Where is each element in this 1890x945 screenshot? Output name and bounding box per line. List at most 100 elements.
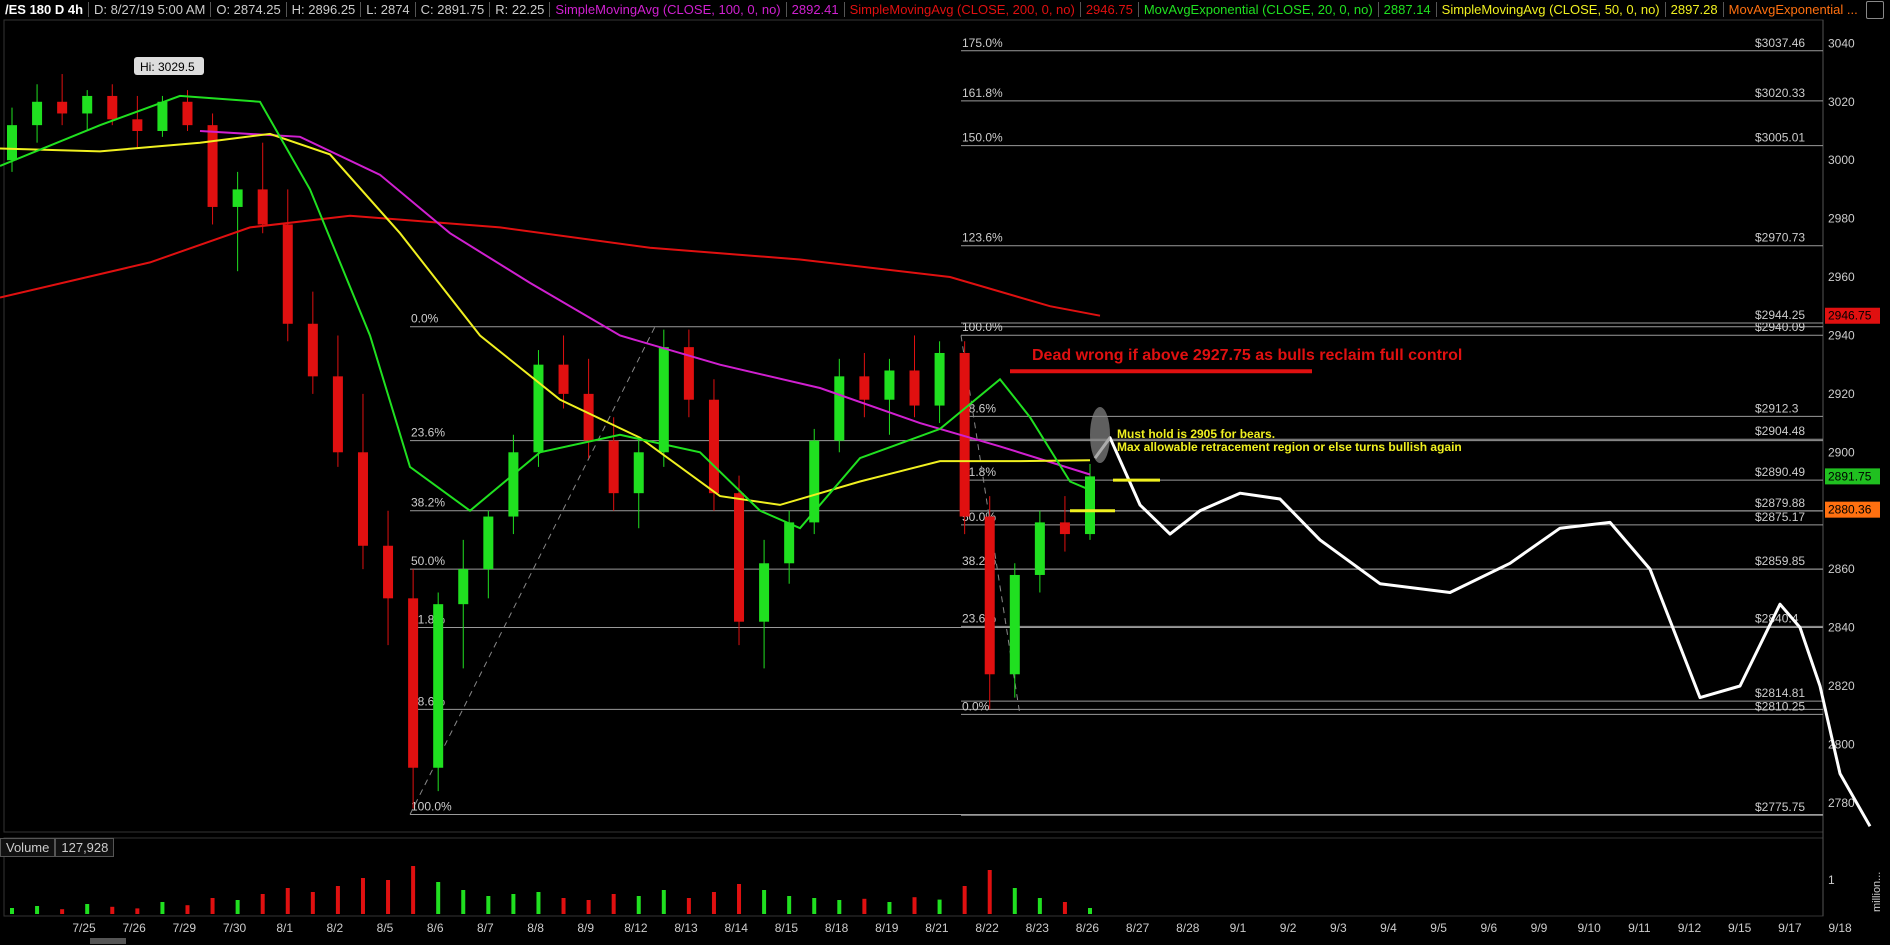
volume-bar — [536, 892, 541, 914]
candle-body — [834, 376, 845, 441]
volume-bar — [335, 886, 340, 914]
volume-bar — [185, 905, 190, 914]
red-annotation: Dead wrong if above 2927.75 as bulls rec… — [1032, 347, 1462, 364]
volume-unit-label: million... — [1871, 872, 1883, 912]
x-tick-label: 9/17 — [1778, 921, 1802, 935]
volume-value: 127,928 — [55, 838, 115, 857]
x-tick-label: 7/29 — [173, 921, 197, 935]
x-tick-label: 9/11 — [1628, 921, 1651, 935]
candle-body — [207, 125, 218, 207]
x-tick-label: 8/15 — [775, 921, 799, 935]
x-tick-label: 8/6 — [427, 921, 444, 935]
fib-right-price: $2859.85 — [1755, 554, 1805, 568]
yellow-annotation-2: Max allowable retracement region or else… — [1117, 440, 1462, 454]
y-tick-label: 3020 — [1828, 95, 1855, 109]
candle-body — [282, 224, 293, 324]
x-tick-label: 7/25 — [72, 921, 96, 935]
fib-left-label: 0.0% — [411, 312, 439, 326]
price-chart[interactable]: 2780280028202840286028802900292029402960… — [0, 0, 1890, 945]
candle-body — [107, 95, 118, 120]
candle-body — [7, 125, 17, 161]
x-tick-label: 8/14 — [725, 921, 749, 935]
candle-body — [633, 452, 644, 494]
x-tick-label: 8/1 — [276, 921, 293, 935]
x-tick-label: 8/26 — [1076, 921, 1100, 935]
y-tick-label: 2960 — [1828, 270, 1855, 284]
y-tick-label: 2940 — [1828, 328, 1855, 342]
candle-body — [583, 393, 594, 441]
level-price: $2879.88 — [1755, 496, 1805, 510]
y-tick-label: 2860 — [1828, 562, 1855, 576]
volume-bar — [586, 900, 591, 914]
candle-body — [1009, 574, 1020, 675]
volume-bar — [987, 870, 992, 914]
fib-right-label: 175.0% — [962, 36, 1003, 50]
x-tick-label: 9/2 — [1280, 921, 1297, 935]
x-tick-label: 9/18 — [1828, 921, 1852, 935]
candle-body — [508, 452, 519, 517]
y-tick-label: 2820 — [1828, 679, 1855, 693]
x-tick-label: 8/8 — [527, 921, 544, 935]
price-panel-frame — [3, 19, 1824, 833]
fib-right-label: 100.0% — [962, 320, 1003, 334]
volume-bar — [762, 890, 767, 914]
volume-bar — [686, 898, 691, 914]
fib-left-label: 23.6% — [411, 426, 445, 440]
volume-bar — [85, 904, 90, 914]
candle-body — [658, 347, 669, 453]
candle-body — [984, 516, 995, 675]
candle-body — [1034, 522, 1045, 575]
candle-body — [383, 545, 394, 599]
volume-bar — [711, 892, 716, 914]
volume-bar — [962, 886, 967, 914]
volume-bar — [1037, 898, 1042, 914]
candle-body — [608, 440, 619, 494]
x-tick-label: 8/28 — [1176, 921, 1200, 935]
x-tick-label: 8/18 — [825, 921, 849, 935]
volume-bar — [812, 898, 817, 914]
candle-body — [909, 370, 920, 406]
candle-body — [458, 569, 469, 605]
x-tick-label: 7/26 — [122, 921, 146, 935]
volume-bar — [837, 900, 842, 914]
volume-bar — [1088, 908, 1092, 914]
fib-left-label: 100.0% — [411, 799, 452, 813]
candle-body — [708, 399, 719, 494]
candle-body — [533, 364, 544, 453]
moving-average-line — [0, 132, 1091, 506]
yellow-annotation-1: Must hold is 2905 for bears. — [1117, 427, 1275, 441]
highlight-ellipse — [1090, 407, 1110, 463]
level-price: $2904.48 — [1755, 424, 1805, 438]
volume-bar — [912, 897, 917, 914]
candle-body — [307, 323, 318, 377]
candle-body — [57, 101, 68, 114]
volume-bar — [310, 892, 315, 914]
volume-bar — [411, 866, 416, 914]
y-tick-label: 2980 — [1828, 212, 1855, 226]
x-tick-label: 8/5 — [377, 921, 394, 935]
moving-average-line — [0, 94, 1091, 530]
volume-bar — [636, 896, 641, 914]
volume-bar — [10, 908, 14, 914]
y-tick-label: 3000 — [1828, 153, 1855, 167]
volume-bar — [235, 900, 240, 914]
fib-right-price: $3005.01 — [1755, 131, 1805, 145]
candle-body — [132, 119, 143, 131]
time-scrollbar-thumb — [90, 938, 126, 944]
x-tick-label: 9/10 — [1577, 921, 1601, 935]
y-tick-label: 2780 — [1828, 796, 1855, 810]
candle-body — [558, 364, 569, 394]
x-tick-label: 9/3 — [1330, 921, 1347, 935]
fib-right-price: $2890.49 — [1755, 465, 1805, 479]
candle-body — [433, 604, 444, 768]
volume-bar — [110, 906, 115, 914]
volume-bar — [60, 909, 65, 914]
x-tick-label: 7/30 — [223, 921, 247, 935]
candle-body — [1085, 476, 1095, 535]
y-tick-label: 2840 — [1828, 621, 1855, 635]
volume-bar — [360, 878, 365, 914]
candle-body — [934, 352, 945, 406]
x-tick-label: 9/9 — [1531, 921, 1548, 935]
candle-body — [859, 376, 870, 400]
x-tick-label: 9/12 — [1678, 921, 1702, 935]
